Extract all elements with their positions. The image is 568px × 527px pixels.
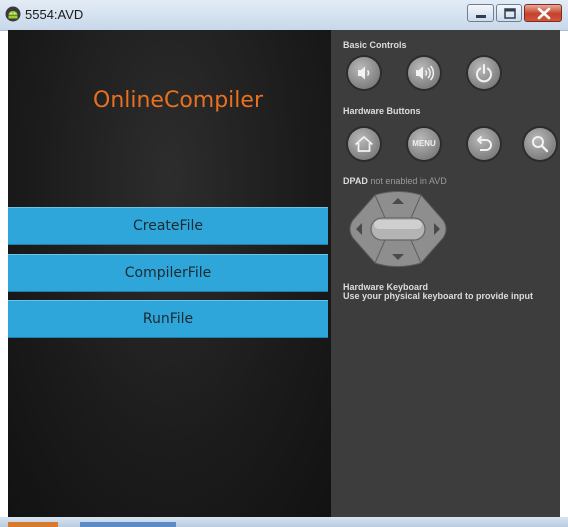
home-icon — [354, 136, 374, 152]
maximize-button[interactable] — [496, 4, 522, 22]
home-button[interactable] — [348, 128, 380, 160]
power-button[interactable] — [468, 57, 500, 89]
basic-controls-label: Basic Controls — [343, 40, 407, 50]
hardware-keyboard-note: Use your physical keyboard to provide in… — [343, 291, 534, 301]
volume-up-button[interactable] — [408, 57, 440, 89]
volume-down-button[interactable] — [348, 57, 380, 89]
create-file-button[interactable]: CreateFile — [8, 207, 328, 245]
compiler-file-button[interactable]: CompilerFile — [8, 254, 328, 292]
dpad-control[interactable] — [343, 190, 453, 268]
minimize-icon — [476, 15, 486, 18]
taskbar-item[interactable] — [8, 522, 58, 527]
android-emulator-icon — [5, 6, 21, 22]
menu-label: MENU — [412, 139, 436, 148]
dpad-title: DPAD — [343, 176, 368, 186]
dpad-note: not enabled in AVD — [370, 176, 447, 186]
back-icon — [477, 135, 492, 151]
close-icon — [537, 7, 551, 20]
back-button[interactable] — [468, 128, 500, 160]
search-icon — [532, 136, 549, 153]
dpad-label: DPAD not enabled in AVD — [343, 176, 447, 186]
window-title: 5554:AVD — [25, 7, 84, 22]
emulator-controls-panel: Basic Controls Hardware Buttons MENU DPA… — [331, 30, 560, 517]
emulator-screen: OnlineCompiler CreateFile CompilerFile R… — [8, 30, 331, 517]
taskbar-item[interactable] — [80, 522, 176, 527]
hardware-buttons-label: Hardware Buttons — [343, 106, 421, 116]
app-title: OnlineCompiler — [93, 88, 263, 113]
volume-down-icon — [358, 66, 370, 80]
search-button[interactable] — [524, 128, 556, 160]
window-titlebar[interactable]: 5554:AVD — [0, 0, 568, 31]
menu-button[interactable]: MENU — [408, 128, 440, 160]
run-file-button[interactable]: RunFile — [8, 300, 328, 338]
power-icon — [476, 64, 492, 83]
close-button[interactable] — [524, 4, 562, 22]
maximize-icon — [504, 8, 516, 19]
volume-up-icon — [416, 65, 435, 81]
minimize-button[interactable] — [467, 4, 494, 22]
